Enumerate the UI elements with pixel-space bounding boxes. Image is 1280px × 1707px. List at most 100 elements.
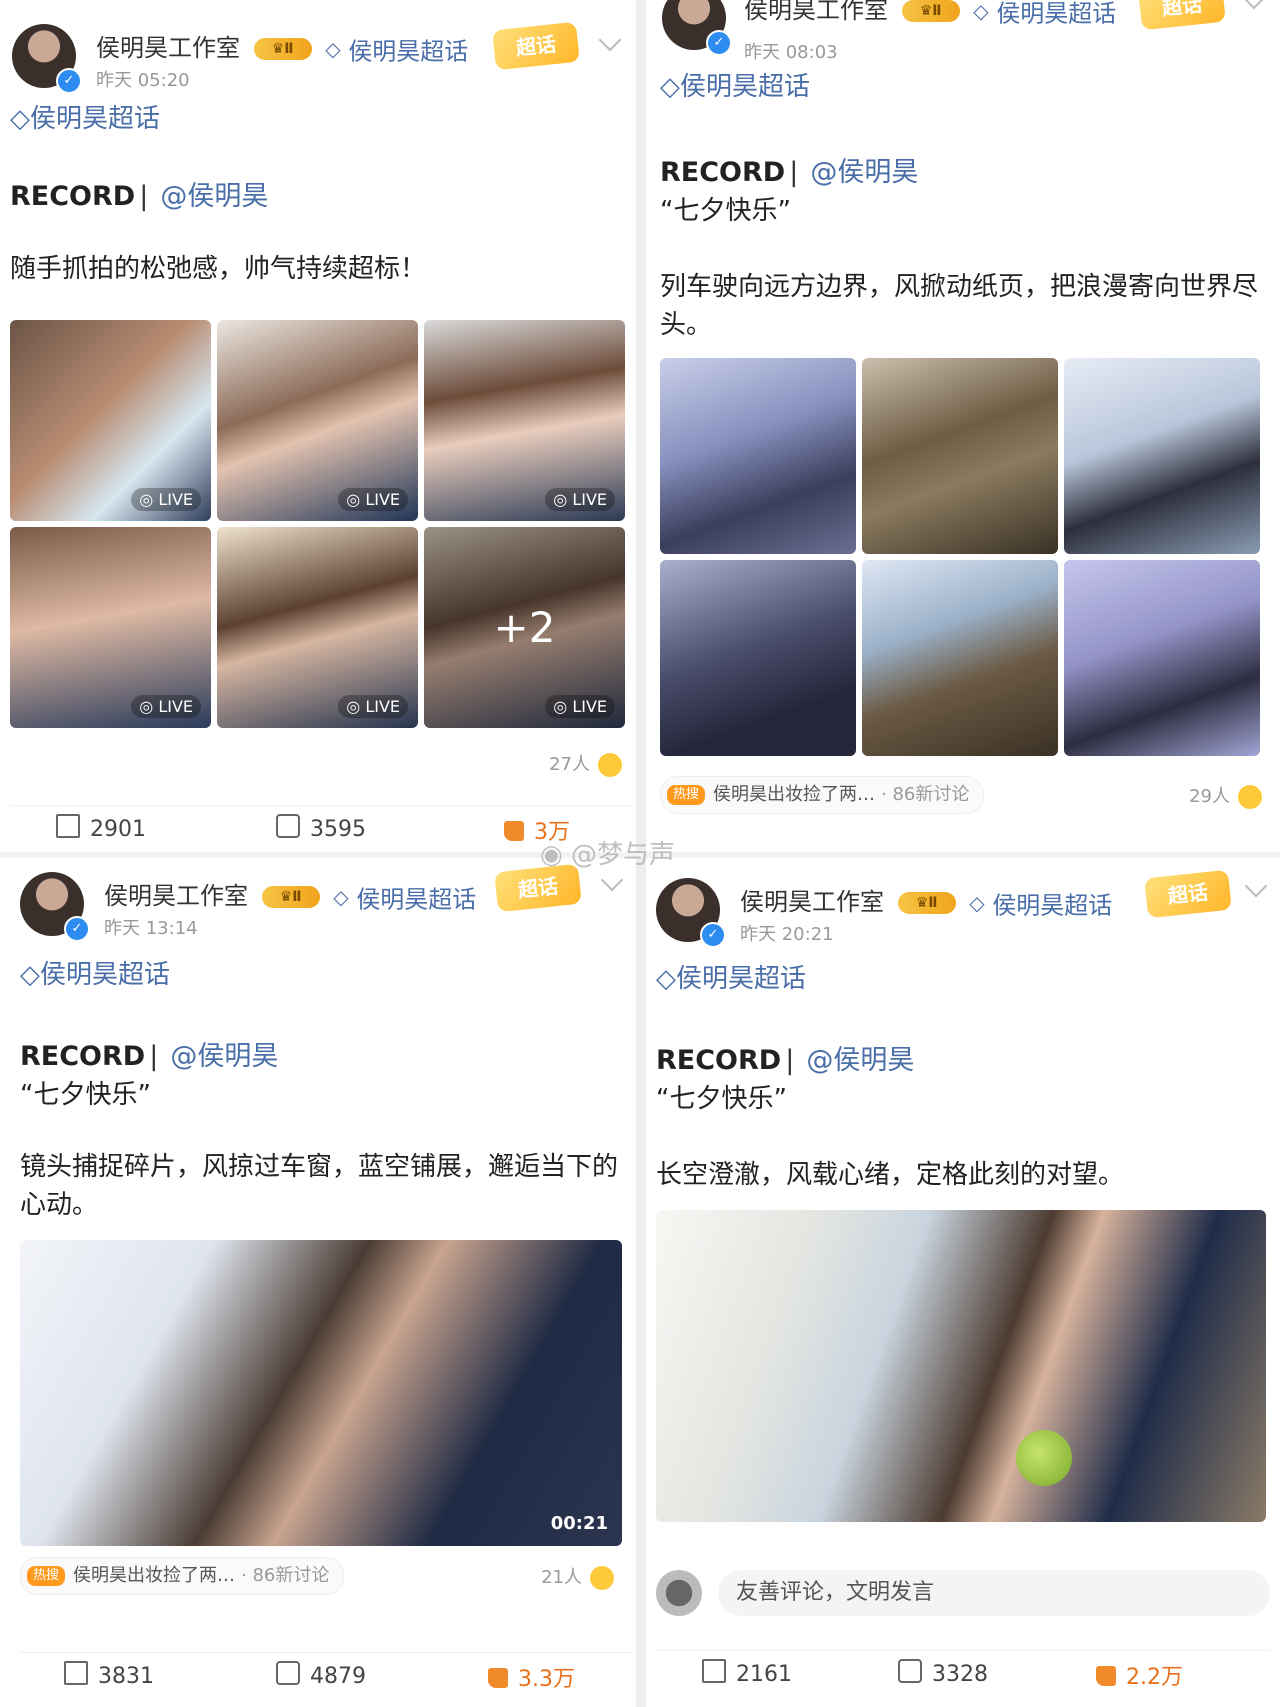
photo-large[interactable] [656, 1210, 1266, 1522]
photo-thumb[interactable] [660, 560, 856, 756]
action-bar: 3831 4879 3.3万 [20, 1652, 632, 1693]
mention-link[interactable]: @侯明昊 [170, 1041, 278, 1072]
post-text: 随手抓拍的松弛感，帅气持续超标！ [10, 254, 427, 284]
comment-button[interactable]: 3328 [898, 1659, 988, 1687]
super-topic-link[interactable]: 侯明昊超话 [992, 892, 1112, 920]
share-button[interactable]: 3831 [64, 1661, 154, 1689]
live-label: LIVE [158, 697, 193, 716]
divider-bar: | [789, 157, 799, 188]
topic-link[interactable]: ◇侯明昊超话 [660, 66, 810, 103]
emoji-icon [598, 753, 622, 777]
mention-link[interactable]: @侯明昊 [806, 1045, 914, 1076]
share-button[interactable]: 2901 [56, 814, 146, 842]
chevron-down-icon[interactable] [1244, 874, 1268, 898]
likers-summary[interactable]: 29人 [1189, 782, 1262, 809]
divider-bar: | [139, 181, 149, 212]
likers-summary[interactable]: 27人 [549, 750, 622, 777]
super-topic-link[interactable]: 侯明昊超话 [356, 886, 476, 914]
post-card-2: ✓ 侯明昊工作室 ♛Ⅱ ◇ 侯明昊超话 昨天 08:03 超话 ◇侯明昊超话 R… [660, 0, 1270, 850]
thumbs-up-icon [504, 821, 524, 841]
photo-thumb[interactable] [1064, 358, 1260, 554]
mention-link[interactable]: @侯明昊 [810, 157, 918, 188]
photo-thumb[interactable]: ◎ LIVE [424, 320, 625, 521]
hot-search-text: 侯明昊出妆捡了两… [713, 784, 876, 805]
live-badge: ◎ LIVE [338, 695, 408, 718]
live-label: LIVE [158, 490, 193, 509]
live-label: LIVE [572, 490, 607, 509]
topic-label: 侯明昊超话 [680, 72, 811, 102]
photo-thumb[interactable] [1064, 560, 1260, 756]
photo-thumb[interactable] [862, 560, 1058, 756]
photo-thumb[interactable]: ◎ LIVE [10, 320, 211, 521]
likers-summary[interactable]: 21人 [541, 1563, 614, 1590]
action-bar: 2901 3595 3万 [10, 805, 632, 846]
like-button[interactable]: 3.3万 [488, 1661, 575, 1693]
post-card-1: ✓ 侯明昊工作室 ♛Ⅱ ◇ 侯明昊超话 昨天 05:20 超话 ◇侯明昊超话 R… [10, 0, 632, 850]
diamond-icon: ◇ [10, 104, 30, 134]
comment-icon [898, 1659, 922, 1683]
author-name[interactable]: 侯明昊工作室 ♛Ⅱ ◇ 侯明昊超话 [744, 0, 1116, 29]
super-topic-badge[interactable]: 超话 [1138, 0, 1226, 31]
comment-button[interactable]: 4879 [276, 1661, 366, 1689]
share-count: 2901 [90, 817, 146, 842]
super-topic-badge[interactable]: 超话 [1144, 869, 1232, 919]
level-label: Ⅱ [932, 3, 942, 19]
hot-search-pill[interactable]: 热搜 侯明昊出妆捡了两… · 86新讨论 [660, 776, 985, 814]
topic-link[interactable]: ◇侯明昊超话 [20, 954, 170, 991]
record-line: RECORD | @侯明昊 [660, 150, 918, 189]
super-topic-badge[interactable]: 超话 [492, 21, 580, 71]
author-name[interactable]: 侯明昊工作室 ♛Ⅱ ◇ 侯明昊超话 [740, 882, 1112, 921]
live-badge: ◎ LIVE [131, 488, 201, 511]
post-subtitle: “七夕快乐” [656, 1084, 787, 1114]
comment-input[interactable]: 友善评论，文明发言 [718, 1570, 1270, 1616]
thumbs-up-icon [488, 1668, 508, 1688]
author-label: 侯明昊工作室 [740, 888, 884, 916]
comment-button[interactable]: 3595 [276, 814, 366, 842]
photo-thumb[interactable]: ◎ LIVE [217, 527, 418, 728]
topic-link[interactable]: ◇侯明昊超话 [10, 98, 160, 135]
video-player[interactable]: 00:21 [20, 1240, 622, 1546]
super-topic-badge[interactable]: 超话 [494, 863, 582, 913]
live-badge: ◎ LIVE [545, 695, 615, 718]
super-topic-link[interactable]: 侯明昊超话 [996, 0, 1116, 28]
record-line: RECORD | @侯明昊 [10, 174, 268, 213]
crown-level-icon: ♛Ⅱ [901, 0, 960, 22]
comment-icon [276, 1661, 300, 1685]
mention-link[interactable]: @侯明昊 [160, 181, 268, 212]
photo-thumb[interactable]: ◎ LIVE [10, 527, 211, 728]
crown-level-icon: ♛Ⅱ [261, 886, 320, 908]
hot-search-text: 侯明昊出妆捡了两… [73, 1565, 236, 1586]
photo-thumb-more[interactable]: +2 ◎ LIVE [424, 527, 625, 728]
photo-thumb[interactable] [862, 358, 1058, 554]
divider-bar: | [149, 1041, 159, 1072]
watermark-text: ◉ @梦与声 [540, 834, 675, 871]
crown-level-icon: ♛Ⅱ [897, 892, 956, 914]
likers-count: 27人 [549, 754, 590, 775]
photo-thumb[interactable]: ◎ LIVE [217, 320, 418, 521]
post-header: ✓ 侯明昊工作室 ♛Ⅱ ◇ 侯明昊超话 昨天 05:20 超话 [10, 21, 632, 94]
record-label: RECORD [660, 157, 786, 188]
chevron-down-icon[interactable] [600, 868, 624, 892]
author-name[interactable]: 侯明昊工作室 ♛Ⅱ ◇ 侯明昊超话 [104, 876, 476, 915]
super-topic-link[interactable]: 侯明昊超话 [348, 38, 468, 66]
avatar[interactable] [656, 1570, 702, 1616]
share-button[interactable]: 2161 [702, 1659, 792, 1687]
chevron-down-icon[interactable] [598, 28, 622, 52]
hot-search-pill[interactable]: 热搜 侯明昊出妆捡了两… · 86新讨论 [20, 1557, 345, 1595]
likers-count: 29人 [1189, 786, 1230, 807]
record-label: RECORD [10, 181, 136, 212]
post-time: 昨天 20:21 [740, 924, 834, 945]
author-name[interactable]: 侯明昊工作室 ♛Ⅱ ◇ 侯明昊超话 [96, 28, 468, 67]
chevron-down-icon[interactable] [1242, 0, 1266, 10]
post-subtitle: “七夕快乐” [660, 196, 791, 226]
verified-icon: ✓ [56, 68, 82, 94]
photo-thumb[interactable] [660, 358, 856, 554]
like-button[interactable]: 2.2万 [1096, 1659, 1183, 1691]
post-header: ✓ 侯明昊工作室 ♛Ⅱ ◇ 侯明昊超话 昨天 08:03 超话 [660, 0, 1270, 63]
emoji-icon [590, 1566, 614, 1590]
post-header: ✓ 侯明昊工作室 ♛Ⅱ ◇ 侯明昊超话 昨天 13:14 超话 [20, 863, 632, 942]
topic-link[interactable]: ◇侯明昊超话 [656, 958, 806, 995]
post-header: ✓ 侯明昊工作室 ♛Ⅱ ◇ 侯明昊超话 昨天 20:21 超话 [656, 869, 1270, 948]
photo-grid [660, 358, 1260, 756]
post-card-4: ✓ 侯明昊工作室 ♛Ⅱ ◇ 侯明昊超话 昨天 20:21 超话 ◇侯明昊超话 R… [656, 862, 1270, 1707]
